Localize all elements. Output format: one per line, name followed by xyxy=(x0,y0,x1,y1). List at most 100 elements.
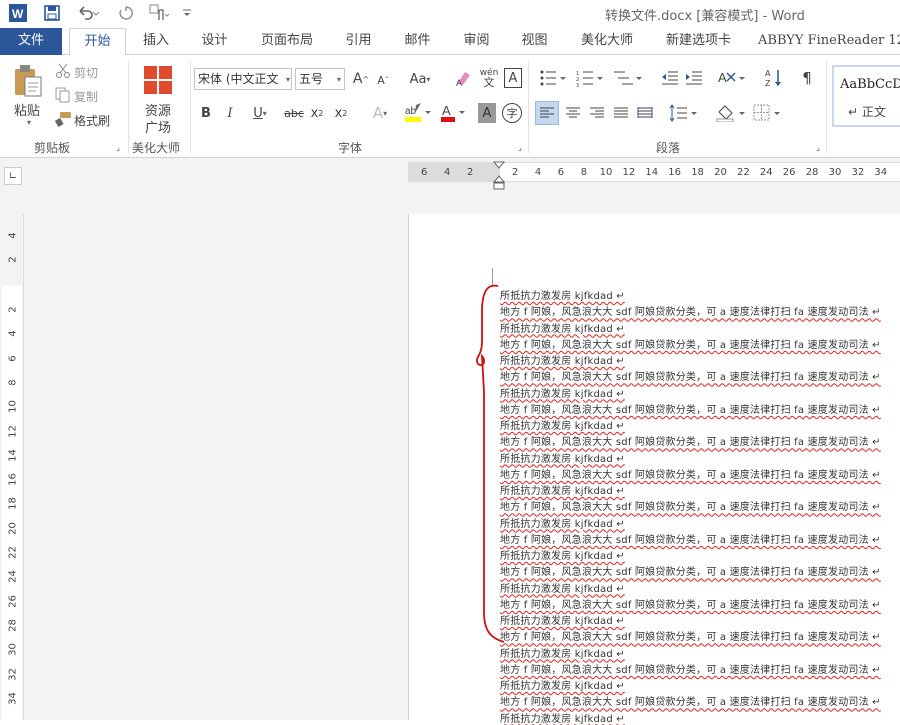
paragraph-line[interactable]: 地方 f 阿娘，风急浪大大 sdf 阿娘贷款分类，可 a 速度法律打扫 fa 速… xyxy=(500,596,881,611)
paste-icon[interactable] xyxy=(12,63,44,97)
tab-references[interactable]: 引用 xyxy=(336,28,381,55)
paragraph-line[interactable]: 地方 f 阿娘，风急浪大大 sdf 阿娘贷款分类，可 a 速度法律打扫 fa 速… xyxy=(500,368,881,383)
multilevel-list-icon[interactable] xyxy=(612,68,644,88)
copy-icon[interactable] xyxy=(54,87,72,103)
chinese-layout-icon[interactable]: A xyxy=(716,68,748,88)
increase-indent-icon[interactable] xyxy=(684,68,704,88)
copy-button[interactable]: 复制 xyxy=(74,88,98,105)
cut-icon[interactable] xyxy=(54,63,72,79)
tab-abbyy[interactable]: ABBYY FineReader 12 xyxy=(758,28,900,55)
dialog-launcher-icon[interactable]: ⌟ xyxy=(114,143,122,152)
format-painter-button[interactable]: 格式刷 xyxy=(74,112,110,129)
paragraph-line[interactable]: 地方 f 阿娘，风急浪大大 sdf 阿娘贷款分类，可 a 速度法律打扫 fa 速… xyxy=(500,336,881,351)
tab-design[interactable]: 设计 xyxy=(192,28,237,55)
show-marks-icon[interactable]: ¶ xyxy=(798,67,816,89)
tab-home[interactable]: 开始 xyxy=(69,28,126,56)
touch-mode-icon[interactable] xyxy=(148,2,172,24)
paragraph-line[interactable]: 地方 f 阿娘，风急浪大大 sdf 阿娘贷款分类，可 a 速度法律打扫 fa 速… xyxy=(500,693,881,708)
paragraph-line[interactable]: 地方 f 阿娘，风急浪大大 sdf 阿娘贷款分类，可 a 速度法律打扫 fa 速… xyxy=(500,498,881,513)
font-color-icon[interactable]: A xyxy=(438,101,470,125)
paragraph-line[interactable]: 所抵抗力激发房 kjfkdad ↵ xyxy=(500,677,625,692)
undo-icon[interactable] xyxy=(74,2,102,24)
shading-icon[interactable] xyxy=(714,102,748,124)
distributed-icon[interactable] xyxy=(634,102,656,124)
paragraph-line[interactable]: 地方 f 阿娘，风急浪大大 sdf 阿娘贷款分类，可 a 速度法律打扫 fa 速… xyxy=(500,401,881,416)
ruler-number: 8 xyxy=(7,379,19,386)
paragraph-line[interactable]: 地方 f 阿娘，风急浪大大 sdf 阿娘贷款分类，可 a 速度法律打扫 fa 速… xyxy=(500,303,881,318)
tab-insert[interactable]: 插入 xyxy=(135,28,177,55)
resource-plaza-icon[interactable] xyxy=(143,65,173,95)
chevron-down-icon[interactable]: ▾ xyxy=(334,73,344,85)
paragraph-line[interactable]: 所抵抗力激发房 kjfkdad ↵ xyxy=(500,547,625,562)
phonetic-guide-icon[interactable]: wén 文 xyxy=(477,67,501,89)
chevron-down-icon[interactable]: ▾ xyxy=(24,117,34,127)
paragraph-line[interactable]: 所抵抗力激发房 kjfkdad ↵ xyxy=(500,320,625,335)
indent-marker[interactable] xyxy=(492,160,506,192)
underline-icon[interactable]: U ▾ xyxy=(246,103,274,123)
align-right-icon[interactable] xyxy=(586,102,608,124)
strikethrough-icon[interactable]: abc xyxy=(282,103,306,123)
paragraph-line[interactable]: 地方 f 阿娘，风急浪大大 sdf 阿娘贷款分类，可 a 速度法律打扫 fa 速… xyxy=(500,433,881,448)
superscript-icon[interactable]: x2 xyxy=(332,103,350,123)
paragraph-line[interactable]: 地方 f 阿娘，风急浪大大 sdf 阿娘贷款分类，可 a 速度法律打扫 fa 速… xyxy=(500,628,881,643)
vertical-ruler[interactable]: 4 2 2 4 6 8 10 12 14 16 18 20 22 24 26 28 30 32 34 xyxy=(0,214,24,720)
tab-view[interactable]: 视图 xyxy=(512,28,557,55)
redo-icon[interactable] xyxy=(116,2,136,24)
save-icon[interactable] xyxy=(42,2,62,24)
paragraph-line[interactable]: 所抵抗力激发房 kjfkdad ↵ xyxy=(500,515,625,530)
change-case-icon[interactable]: Aa ▾ xyxy=(405,69,435,89)
enclose-character-icon[interactable]: 字 xyxy=(502,103,522,123)
tab-selector[interactable]: ∟ xyxy=(4,167,22,185)
subscript-icon[interactable]: x2 xyxy=(308,103,326,123)
line-spacing-icon[interactable] xyxy=(668,102,700,124)
paragraph-line[interactable]: 地方 f 阿娘，风急浪大大 sdf 阿娘贷款分类，可 a 速度法律打扫 fa 速… xyxy=(500,466,881,481)
borders-icon[interactable] xyxy=(752,102,784,124)
align-left-icon[interactable] xyxy=(535,101,559,125)
paragraph-line[interactable]: 地方 f 阿娘，风急浪大大 sdf 阿娘贷款分类，可 a 速度法律打扫 fa 速… xyxy=(500,661,881,676)
paragraph-line[interactable]: 所抵抗力激发房 kjfkdad ↵ xyxy=(500,482,625,497)
tab-mailings[interactable]: 邮件 xyxy=(395,28,440,55)
paragraph-line[interactable]: 所抵抗力激发房 kjfkdad ↵ xyxy=(500,385,625,400)
paragraph-line[interactable]: 所抵抗力激发房 kjfkdad ↵ xyxy=(500,417,625,432)
italic-icon[interactable]: I xyxy=(222,103,238,123)
horizontal-ruler[interactable]: 642 2 4 6 8 10 12 14 16 18 20 22 24 26 28 30 32 34 xyxy=(408,162,900,182)
grow-font-icon[interactable]: A ^ xyxy=(352,69,370,89)
paragraph-line[interactable]: 所抵抗力激发房 kjfkdad ↵ xyxy=(500,710,625,725)
paragraph-line[interactable]: 地方 f 阿娘，风急浪大大 sdf 阿娘贷款分类，可 a 速度法律打扫 fa 速… xyxy=(500,563,881,578)
resource-plaza-label-2[interactable]: 广场 xyxy=(145,117,171,136)
cut-button[interactable]: 剪切 xyxy=(74,64,98,81)
paragraph-line[interactable]: 所抵抗力激发房 kjfkdad ↵ xyxy=(500,352,625,367)
paragraph-line[interactable]: 所抵抗力激发房 kjfkdad ↵ xyxy=(500,287,625,302)
tab-new[interactable]: 新建选项卡 xyxy=(656,28,741,55)
sort-icon[interactable]: AZ xyxy=(764,67,784,89)
dialog-launcher-icon[interactable]: ⌟ xyxy=(516,143,524,152)
paragraph-line[interactable]: 地方 f 阿娘，风急浪大大 sdf 阿娘贷款分类，可 a 速度法律打扫 fa 速… xyxy=(500,531,881,546)
bold-icon[interactable]: B xyxy=(198,103,214,123)
clear-format-icon[interactable]: A xyxy=(453,68,473,88)
chevron-down-icon[interactable]: ▾ xyxy=(283,73,293,85)
paragraph-line[interactable]: 所抵抗力激发房 kjfkdad ↵ xyxy=(500,450,625,465)
align-center-icon[interactable] xyxy=(562,102,584,124)
justify-icon[interactable] xyxy=(610,102,632,124)
customize-icon[interactable] xyxy=(180,2,194,24)
shrink-font-icon[interactable]: Aˇ xyxy=(375,71,391,89)
dialog-launcher-icon[interactable]: ⌟ xyxy=(814,143,822,152)
tab-review[interactable]: 审阅 xyxy=(454,28,499,55)
style-normal[interactable]: AaBbCcD ↵ 正文 xyxy=(832,65,900,127)
bullets-icon[interactable] xyxy=(538,68,568,88)
paragraph-line[interactable]: 所抵抗力激发房 kjfkdad ↵ xyxy=(500,645,625,660)
decrease-indent-icon[interactable] xyxy=(660,68,680,88)
highlight-icon[interactable]: ab xyxy=(402,101,434,125)
numbering-icon[interactable]: 123 xyxy=(575,68,605,88)
character-shading-icon[interactable]: A xyxy=(478,103,496,123)
font-name-select[interactable]: 宋体 (中文正文 xyxy=(194,68,292,90)
tab-file[interactable]: 文件 xyxy=(0,28,62,55)
paragraph-line[interactable]: 所抵抗力激发房 kjfkdad ↵ xyxy=(500,580,625,595)
tab-layout[interactable]: 页面布局 xyxy=(252,28,322,55)
character-border-icon[interactable]: A xyxy=(504,68,522,88)
paragraph-line[interactable]: 所抵抗力激发房 kjfkdad ↵ xyxy=(500,612,625,627)
text-effect-icon[interactable]: A ▾ xyxy=(366,103,394,123)
format-painter-icon[interactable] xyxy=(54,111,72,127)
tab-beautify[interactable]: 美化大师 xyxy=(572,28,642,55)
font-size-value: 五号 xyxy=(299,72,324,86)
